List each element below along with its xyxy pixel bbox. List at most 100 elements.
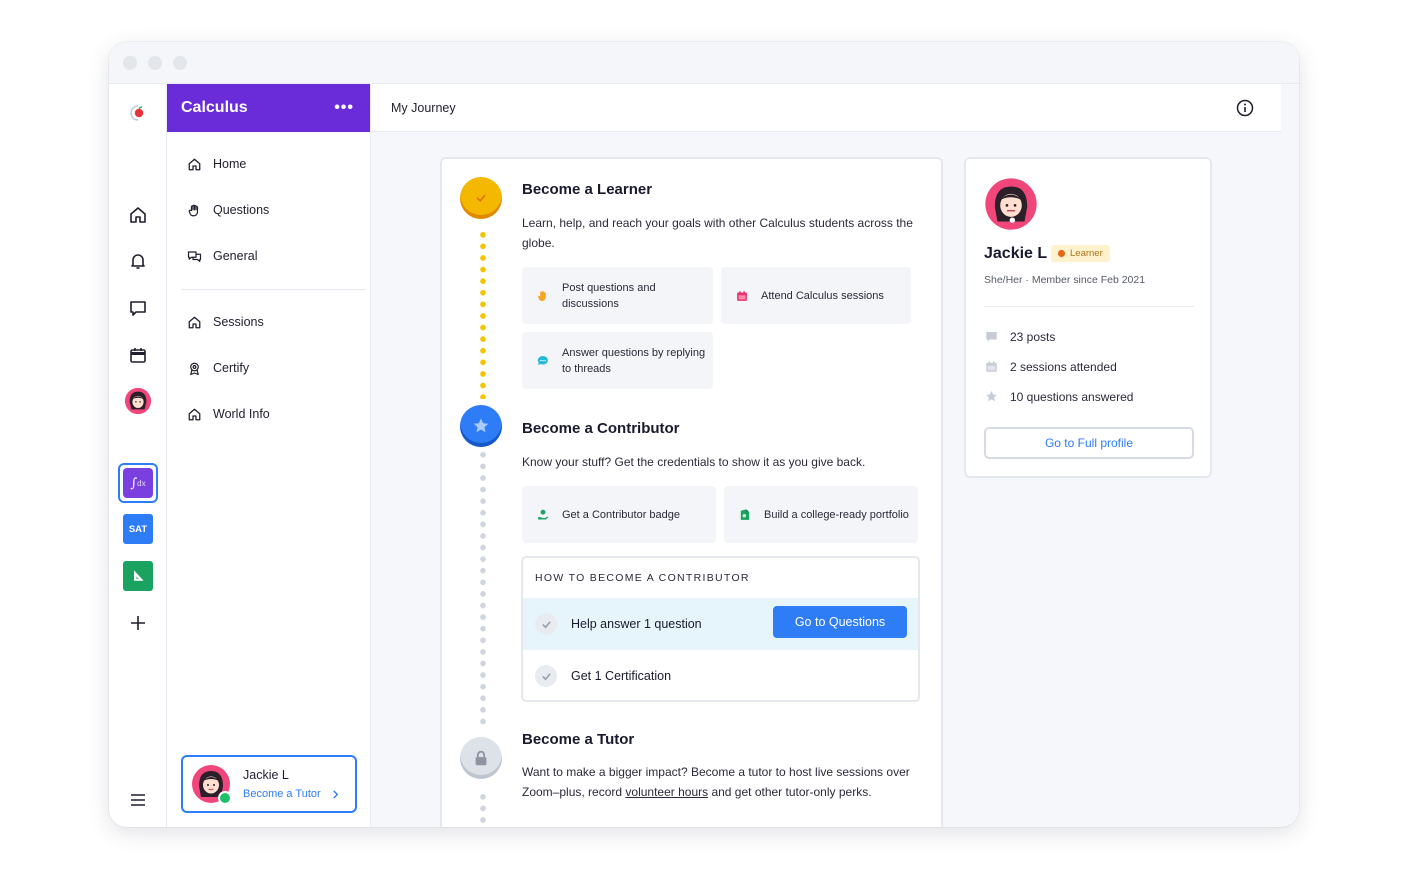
- sat-class-icon[interactable]: SAT: [123, 514, 153, 544]
- contributor-task-label: Build a college-ready portfolio: [764, 508, 909, 521]
- learner-task-sessions: Attend Calculus sessions: [721, 267, 911, 324]
- tutor-progress-line: [480, 791, 486, 827]
- how-to-heading: HOW TO BECOME A CONTRIBUTOR: [535, 572, 750, 584]
- contributor-current-badge: [460, 405, 502, 447]
- avatar: [985, 178, 1037, 230]
- info-icon[interactable]: [1235, 98, 1255, 118]
- class-header: Calculus •••: [167, 84, 370, 132]
- sidebar-divider: [181, 289, 365, 290]
- sidebar-item-world-info[interactable]: World Info: [187, 401, 357, 427]
- hand-wave-icon: [1057, 249, 1066, 258]
- check-icon: [535, 665, 557, 687]
- contributor-title: Become a Contributor: [522, 420, 680, 437]
- home-icon: [188, 408, 201, 420]
- sidebar-item-label: Sessions: [213, 315, 264, 329]
- sidebar-item-label: General: [213, 249, 258, 263]
- tutor-description: Want to make a bigger impact? Become a t…: [522, 763, 922, 802]
- stat-sessions: 2 sessions attended: [984, 359, 1117, 374]
- speech-bubble-icon: [537, 355, 548, 365]
- portfolio-icon: [740, 508, 750, 520]
- howto-task-label: Get 1 Certification: [571, 669, 672, 683]
- tutor-title: Become a Tutor: [522, 731, 635, 748]
- avatar[interactable]: [123, 386, 153, 416]
- learner-task-label: Answer questions by replying to threads: [562, 346, 706, 375]
- calendar-icon[interactable]: [123, 340, 153, 370]
- howto-task-certification: Get 1 Certification: [523, 650, 918, 700]
- chat-icon[interactable]: [123, 293, 153, 323]
- learner-task-label: Attend Calculus sessions: [761, 289, 884, 302]
- stat-posts: 23 posts: [984, 329, 1055, 344]
- more-options-icon[interactable]: •••: [334, 99, 354, 117]
- contributor-task-label: Get a Contributor badge: [562, 508, 681, 521]
- check-icon: [476, 194, 486, 202]
- class-title: Calculus: [181, 99, 248, 116]
- learner-title: Become a Learner: [522, 181, 653, 198]
- become-tutor-label: Become a Tutor: [243, 788, 321, 800]
- sidebar-item-sessions[interactable]: Sessions: [187, 309, 357, 335]
- icon-rail: ∫ dx SAT: [109, 84, 167, 827]
- user-name: Jackie L: [243, 768, 289, 782]
- learner-progress-line: [480, 229, 486, 399]
- home-icon: [188, 158, 201, 170]
- sidebar-item-questions[interactable]: Questions: [187, 197, 357, 223]
- user-card[interactable]: Jackie L Become a Tutor: [181, 755, 357, 813]
- calendar-icon: [737, 290, 747, 301]
- profile-card: Jackie L Learner She/Her · Member since …: [964, 157, 1212, 478]
- learner-task-label: Post questions and discussions: [562, 281, 656, 310]
- window-minimize-dot[interactable]: [148, 56, 162, 70]
- comment-icon: [986, 332, 997, 342]
- how-to-contributor-panel: HOW TO BECOME A CONTRIBUTOR Help answer …: [521, 556, 920, 702]
- stat-questions: 10 questions answered: [984, 389, 1133, 404]
- class-sidebar: Calculus ••• Home Questions General Sess…: [167, 84, 371, 827]
- avatar: [191, 764, 232, 805]
- stat-label: 23 posts: [1010, 329, 1056, 344]
- top-bar: My Journey: [371, 84, 1281, 132]
- contributor-task-portfolio: Build a college-ready portfolio: [724, 486, 918, 543]
- geometry-class-icon[interactable]: [123, 561, 153, 591]
- contributor-description: Know your stuff? Get the credentials to …: [522, 455, 866, 469]
- star-icon: [986, 390, 997, 402]
- online-status-dot: [218, 791, 232, 805]
- calculus-class-label: dx: [137, 478, 146, 488]
- window-maximize-dot[interactable]: [173, 56, 187, 70]
- app-window: ∫ dx SAT Calculus ••• Home Questions Gene…: [109, 42, 1299, 827]
- home-icon[interactable]: [123, 200, 153, 230]
- sidebar-item-label: Certify: [213, 361, 250, 375]
- go-to-questions-button[interactable]: Go to Questions: [773, 606, 907, 638]
- menu-icon[interactable]: [123, 785, 153, 815]
- hand-wave-icon: [538, 290, 546, 301]
- profile-name: Jackie L: [984, 245, 1048, 262]
- sidebar-item-label: Home: [213, 157, 247, 171]
- tutor-locked-badge: [460, 737, 502, 779]
- logo-icon[interactable]: [123, 98, 153, 128]
- hand-icon: [188, 204, 199, 216]
- howto-task-answer-question: Help answer 1 question Go to Questions: [523, 598, 918, 650]
- sidebar-item-label: Questions: [213, 203, 270, 217]
- contributor-task-badge: Get a Contributor badge: [522, 486, 716, 543]
- learner-badge: Learner: [1051, 245, 1110, 262]
- plus-icon[interactable]: [123, 608, 153, 638]
- sat-class-label: SAT: [128, 523, 148, 535]
- window-close-dot[interactable]: [123, 56, 137, 70]
- calculus-class-icon[interactable]: ∫ dx: [118, 463, 158, 503]
- contributor-progress-line: [480, 449, 486, 725]
- tutor-description-text-end: and get other tutor-only perks.: [708, 784, 872, 799]
- sidebar-item-label: World Info: [213, 407, 270, 421]
- bell-icon[interactable]: [123, 246, 153, 276]
- learner-complete-badge: [460, 177, 502, 219]
- badge-hand-icon: [538, 509, 549, 520]
- sidebar-item-home[interactable]: Home: [187, 151, 357, 177]
- howto-task-label: Help answer 1 question: [571, 617, 702, 631]
- learner-task-answer: Answer questions by replying to threads: [522, 332, 713, 389]
- go-to-full-profile-button[interactable]: Go to Full profile: [984, 427, 1194, 459]
- chat-bubbles-icon: [187, 250, 202, 262]
- sidebar-item-certify[interactable]: Certify: [187, 355, 357, 381]
- volunteer-hours-link[interactable]: volunteer hours: [625, 785, 708, 799]
- sidebar-item-general[interactable]: General: [187, 243, 357, 269]
- learner-description: Learn, help, and reach your goals with o…: [522, 216, 913, 250]
- calendar-icon: [986, 361, 997, 372]
- become-tutor-link[interactable]: Become a Tutor: [243, 788, 340, 800]
- award-icon: [190, 362, 199, 375]
- check-icon: [535, 613, 557, 635]
- stat-label: 2 sessions attended: [1010, 359, 1117, 374]
